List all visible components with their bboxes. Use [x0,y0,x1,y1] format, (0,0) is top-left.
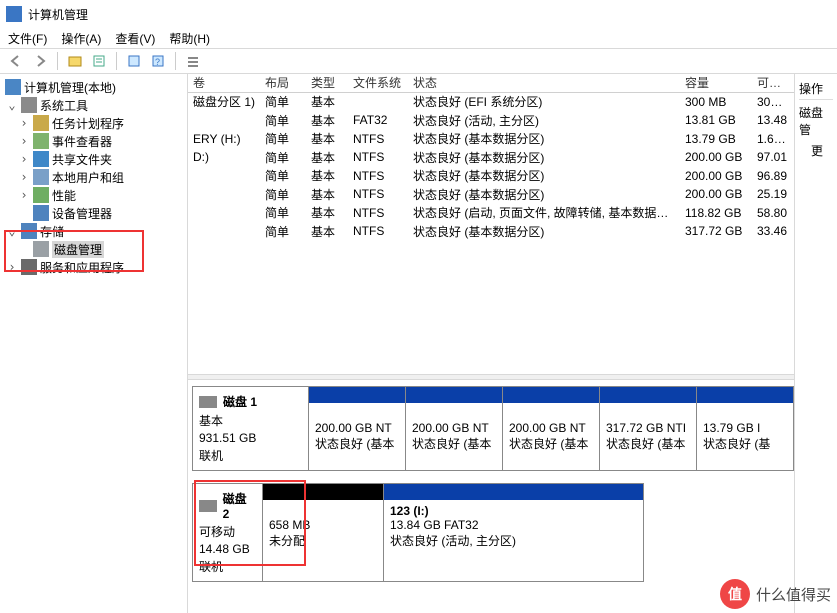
disk-type: 基本 [199,412,302,429]
devmgr-icon [33,205,49,221]
tree-local-users[interactable]: › 本地用户和组 [0,168,187,186]
drive-icon [199,500,217,512]
tree-performance[interactable]: › 性能 [0,186,187,204]
titlebar: 计算机管理 [0,0,837,28]
expand-icon[interactable]: › [18,134,30,148]
back-button[interactable] [6,51,26,71]
partition[interactable]: 317.72 GB NTI状态良好 (基本 [599,387,696,470]
col-fs[interactable]: 文件系统 [348,74,408,91]
toolbar-separator [175,52,176,70]
computer-icon [5,79,21,95]
wrench-icon [21,97,37,113]
volume-row[interactable]: 简单基本FAT32状态良好 (活动, 主分区)13.81 GB13.48 [188,111,794,130]
volume-row[interactable]: ERY (H:)简单基本NTFS状态良好 (基本数据分区)13.79 GB1.6… [188,130,794,149]
toolbar-separator [116,52,117,70]
watermark-badge: 值 [720,579,750,609]
disk-size: 14.48 GB [199,542,256,556]
disk-label-1[interactable]: 磁盘 1 基本 931.51 GB 联机 [193,387,309,470]
disk-label-2[interactable]: 磁盘 2 可移动 14.48 GB 联机 [193,484,263,581]
disk-name: 磁盘 1 [223,393,257,410]
drive-icon [199,396,217,408]
forward-button[interactable] [30,51,50,71]
window-title: 计算机管理 [28,6,88,23]
col-status[interactable]: 状态 [408,74,680,91]
help-button[interactable]: ? [148,51,168,71]
col-free[interactable]: 可用空 [752,74,794,91]
disk-row-2[interactable]: 磁盘 2 可移动 14.48 GB 联机 658 MB未分配123 (I:)13… [192,483,644,582]
volume-row[interactable]: 简单基本NTFS状态良好 (基本数据分区)200.00 GB96.89 [188,167,794,186]
watermark: 值 什么值得买 [720,579,831,609]
volume-list[interactable]: 卷 布局 类型 文件系统 状态 容量 可用空 磁盘分区 1)简单基本状态良好 (… [188,74,794,374]
actions-item[interactable]: 更 [799,142,833,159]
disk-type: 可移动 [199,523,256,540]
actions-pane: 操作 磁盘管 更 [795,74,837,613]
menu-file[interactable]: 文件(F) [8,30,47,47]
menubar: 文件(F) 操作(A) 查看(V) 帮助(H) [0,28,837,48]
partition[interactable]: 123 (I:)13.84 GB FAT32状态良好 (活动, 主分区) [383,484,643,581]
disk-status: 联机 [199,447,302,464]
partition[interactable]: 200.00 GB NT状态良好 (基本 [502,387,599,470]
toolbar-separator [57,52,58,70]
event-icon [33,133,49,149]
disk-size: 931.51 GB [199,431,302,445]
tree-device-manager[interactable]: 设备管理器 [0,204,187,222]
menu-view[interactable]: 查看(V) [115,30,155,47]
actions-title: 操作 [799,78,833,100]
collapse-icon[interactable]: ⌄ [6,224,18,238]
volume-header[interactable]: 卷 布局 类型 文件系统 状态 容量 可用空 [188,74,794,93]
tree-system-tools[interactable]: ⌄ 系统工具 [0,96,187,114]
tree-event-viewer[interactable]: › 事件查看器 [0,132,187,150]
tree-shared-folders[interactable]: › 共享文件夹 [0,150,187,168]
storage-icon [21,223,37,239]
tree-root[interactable]: 计算机管理(本地) [0,78,187,96]
properties-button[interactable] [89,51,109,71]
volume-row[interactable]: 简单基本NTFS状态良好 (基本数据分区)200.00 GB25.19 [188,185,794,204]
expand-icon[interactable]: › [18,152,30,166]
volume-row[interactable]: 简单基本NTFS状态良好 (基本数据分区)317.72 GB33.46 [188,222,794,241]
volume-row[interactable]: 简单基本NTFS状态良好 (启动, 页面文件, 故障转储, 基本数据分区)118… [188,204,794,223]
expand-icon[interactable]: › [6,260,18,274]
expand-icon[interactable]: › [18,116,30,130]
refresh-button[interactable] [124,51,144,71]
actions-item[interactable]: 磁盘管 [799,100,833,142]
users-icon [33,169,49,185]
disk-name: 磁盘 2 [223,490,256,521]
list-view-button[interactable] [183,51,203,71]
toolbar: ? [0,48,837,74]
disk-row-1[interactable]: 磁盘 1 基本 931.51 GB 联机 200.00 GB NT状态良好 (基… [192,386,794,471]
col-type[interactable]: 类型 [306,74,348,91]
tree-services[interactable]: › 服务和应用程序 [0,258,187,276]
watermark-text: 什么值得买 [756,584,831,605]
col-volume[interactable]: 卷 [188,74,260,91]
svg-text:?: ? [155,57,160,67]
partition[interactable]: 658 MB未分配 [263,484,383,581]
partition[interactable]: 13.79 GB I状态良好 (基 [696,387,793,470]
share-icon [33,151,49,167]
col-capacity[interactable]: 容量 [680,74,752,91]
disk-graphic-pane[interactable]: 磁盘 1 基本 931.51 GB 联机 200.00 GB NT状态良好 (基… [188,380,794,613]
menu-action[interactable]: 操作(A) [61,30,101,47]
services-icon [21,259,37,275]
collapse-icon[interactable]: ⌄ [6,98,18,112]
menu-help[interactable]: 帮助(H) [169,30,210,47]
nav-tree[interactable]: 计算机管理(本地) ⌄ 系统工具 › 任务计划程序 › 事件查看器 › 共享文件… [0,74,188,613]
volume-row[interactable]: D:)简单基本NTFS状态良好 (基本数据分区)200.00 GB97.01 [188,148,794,167]
volume-row[interactable]: 磁盘分区 1)简单基本状态良好 (EFI 系统分区)300 MB300 M [188,93,794,112]
disk-icon [33,241,49,257]
disk-status: 联机 [199,558,256,575]
app-icon [6,6,22,22]
explorer-button[interactable] [65,51,85,71]
scheduler-icon [33,115,49,131]
col-layout[interactable]: 布局 [260,74,306,91]
tree-disk-management[interactable]: 磁盘管理 [0,240,187,258]
perf-icon [33,187,49,203]
partition[interactable]: 200.00 GB NT状态良好 (基本 [309,387,405,470]
expand-icon[interactable]: › [18,188,30,202]
tree-task-scheduler[interactable]: › 任务计划程序 [0,114,187,132]
partition[interactable]: 200.00 GB NT状态良好 (基本 [405,387,502,470]
expand-icon[interactable]: › [18,170,30,184]
tree-storage[interactable]: ⌄ 存储 [0,222,187,240]
main-pane: 卷 布局 类型 文件系统 状态 容量 可用空 磁盘分区 1)简单基本状态良好 (… [188,74,795,613]
